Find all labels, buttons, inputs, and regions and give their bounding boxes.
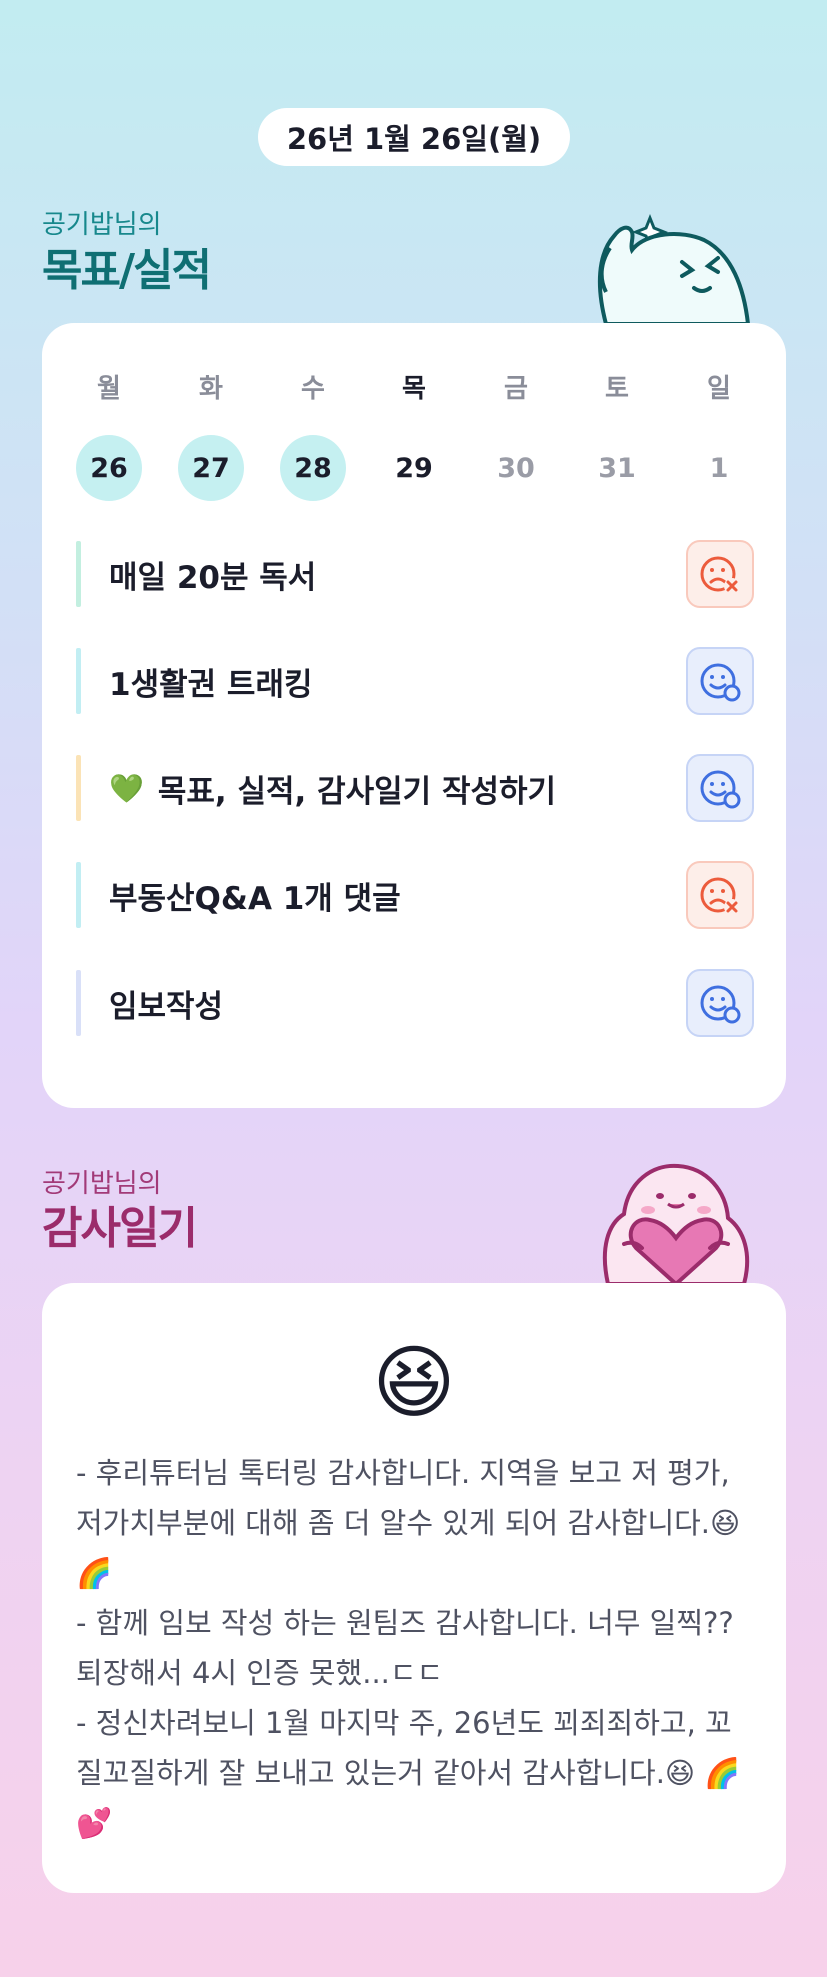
green-heart-icon: 💚 [109, 771, 144, 805]
goal-label: 임보작성 [109, 988, 224, 1025]
sad-face-x-icon [700, 877, 740, 915]
mood-emoji-icon: 😆 [372, 1336, 456, 1429]
goal-item[interactable]: 매일 20분 독서 [76, 540, 754, 608]
goal-color-bar [76, 862, 81, 928]
day-date: 27 [178, 435, 244, 501]
diary-line: - 정신차려보니 1월 마지막 주, 26년도 꾀죄죄하고, 꼬질꼬질하게 잘 … [76, 1706, 741, 1840]
heart-hugging-ghost-character [602, 1163, 750, 1284]
day-date: 28 [280, 435, 346, 501]
goal-label: 1생활권 트래킹 [109, 666, 313, 703]
goal-item[interactable]: 💚 목표, 실적, 감사일기 작성하기 [76, 754, 754, 822]
day-fri[interactable]: 금 30 [483, 371, 549, 501]
goal-color-bar [76, 648, 81, 714]
goal-status-button[interactable] [686, 861, 754, 929]
diary-body: - 후리튜터님 톡터링 감사합니다. 지역을 보고 저 평가, 저가치부분에 대… [76, 1448, 752, 1848]
diary-title: 감사일기 [42, 1203, 198, 1254]
goal-status-button[interactable] [686, 647, 754, 715]
smile-face-check-icon [700, 770, 741, 809]
day-sat[interactable]: 토 31 [584, 371, 650, 501]
day-wed[interactable]: 수 28 [280, 371, 346, 501]
day-mon[interactable]: 월 26 [76, 371, 142, 501]
goal-color-bar [76, 541, 81, 607]
goal-color-bar [76, 755, 81, 821]
goal-label: 목표, 실적, 감사일기 작성하기 [157, 773, 557, 810]
smile-face-check-icon [700, 985, 741, 1024]
goal-item[interactable]: 1생활권 트래킹 [76, 647, 754, 715]
waving-ghost-character [597, 213, 751, 324]
diary-line: - 후리튜터님 톡터링 감사합니다. 지역을 보고 저 평가, 저가치부분에 대… [76, 1456, 741, 1590]
day-date: 30 [497, 452, 535, 484]
day-date: 31 [598, 452, 636, 484]
day-name: 수 [301, 374, 325, 404]
smile-face-check-icon [700, 663, 741, 702]
day-name: 목 [402, 374, 426, 404]
goal-label-wrap: 💚 목표, 실적, 감사일기 작성하기 [109, 766, 686, 811]
goal-status-button[interactable] [686, 969, 754, 1037]
diary-line: - 함께 임보 작성 하는 원팀즈 감사합니다. 너무 일찍?? 퇴장해서 4시… [76, 1606, 734, 1690]
goal-status-button[interactable] [686, 540, 754, 608]
goal-label: 매일 20분 독서 [109, 559, 317, 596]
day-name: 일 [707, 374, 731, 404]
goal-item[interactable]: 부동산Q&A 1개 댓글 [76, 861, 754, 929]
goals-card: 월 26 화 27 수 28 목 29 금 30 토 31 일 1 매일 20분… [42, 323, 786, 1108]
date-pill[interactable]: 26년 1월 26일(월) [258, 108, 570, 166]
goal-status-button[interactable] [686, 754, 754, 822]
day-sun[interactable]: 일 1 [686, 371, 752, 501]
day-tue[interactable]: 화 27 [178, 371, 244, 501]
day-thu[interactable]: 목 29 [381, 371, 447, 501]
day-name: 토 [605, 374, 629, 404]
goal-item[interactable]: 임보작성 [76, 969, 754, 1037]
day-name: 화 [199, 374, 223, 404]
goal-label: 부동산Q&A 1개 댓글 [109, 880, 401, 917]
day-date: 26 [76, 435, 142, 501]
day-date: 1 [709, 452, 729, 484]
day-name: 월 [97, 374, 121, 404]
goal-color-bar [76, 970, 81, 1036]
goals-title: 목표/실적 [42, 245, 212, 296]
day-name: 금 [504, 374, 528, 404]
day-date: 29 [395, 452, 433, 484]
sad-face-x-icon [700, 556, 740, 594]
